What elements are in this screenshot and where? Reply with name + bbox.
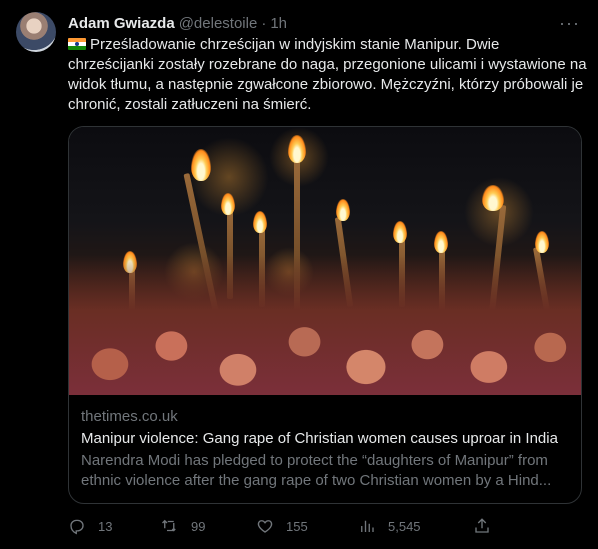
share-icon [475, 518, 489, 533]
share-button[interactable] [473, 517, 503, 535]
tweet-header: Adam Gwiazda @delestoile · 1h ··· [68, 13, 582, 33]
india-flag-icon [68, 38, 86, 50]
card-title[interactable]: Manipur violence: Gang rape of Christian… [81, 429, 569, 449]
card-domain: thetimes.co.uk [81, 408, 178, 425]
separator: · [261, 14, 267, 32]
author-handle[interactable]: @delestoile [179, 15, 258, 32]
card-description: Narendra Modi has pledged to protect the… [81, 452, 552, 489]
card-image[interactable] [69, 127, 581, 395]
link-card[interactable]: thetimes.co.uk Manipur violence: Gang ra… [68, 126, 582, 504]
like-icon [257, 520, 273, 533]
timestamp[interactable]: 1h [270, 15, 287, 32]
reply-button[interactable]: 13 [68, 517, 112, 535]
like-button[interactable]: 155 [256, 517, 308, 535]
tweet-text: Prześladowanie chrześcijan w indyjskim s… [68, 36, 587, 113]
like-count: 155 [286, 518, 308, 534]
views-icon [361, 520, 374, 532]
reply-count: 13 [98, 518, 113, 534]
tweet-text-block: Prześladowanie chrześcijan w indyjskim s… [68, 35, 588, 115]
views-count: 5,545 [388, 518, 421, 534]
author-name[interactable]: Adam Gwiazda [68, 15, 175, 32]
tweet-actions: 13 99 155 5,545 [68, 515, 498, 537]
views-button[interactable]: 5,545 [358, 517, 421, 535]
crowd-image-area [69, 255, 581, 395]
link-meta: thetimes.co.uk Manipur violence: Gang ra… [69, 395, 581, 491]
retweet-button[interactable]: 99 [161, 517, 205, 535]
retweet-icon [162, 519, 176, 532]
reply-icon [70, 519, 84, 535]
retweet-count: 99 [191, 518, 206, 534]
more-icon[interactable]: ··· [559, 13, 580, 34]
avatar[interactable] [16, 12, 56, 52]
